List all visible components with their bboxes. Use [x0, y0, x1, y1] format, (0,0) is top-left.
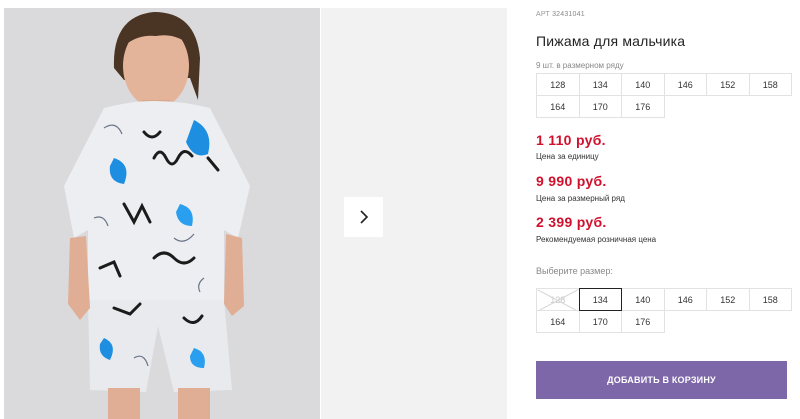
- range-size-cell: 164: [536, 95, 580, 118]
- size-selector: 128 134 140 146 152 158 164 170 176: [536, 288, 792, 333]
- size-option-unavailable: 128: [536, 288, 580, 311]
- range-price-caption: Цена за размерный ряд: [536, 194, 625, 203]
- size-range-note: 9 шт. в размерном ряду: [536, 61, 624, 70]
- unit-price: 1 110 руб.: [536, 132, 606, 148]
- range-size-cell: 158: [748, 73, 792, 96]
- add-to-cart-button[interactable]: Добавить в корзину: [536, 361, 787, 399]
- chevron-right-icon: [359, 210, 368, 224]
- range-size-cell: 176: [621, 95, 665, 118]
- size-range-grid: 128 134 140 146 152 158 164 170 176: [536, 73, 792, 118]
- size-option-selected[interactable]: 134: [578, 288, 622, 311]
- boy-in-pajama-image: [4, 8, 320, 419]
- size-option[interactable]: 152: [706, 288, 750, 311]
- sku-label: АРТ: [536, 11, 550, 18]
- size-option[interactable]: 140: [621, 288, 665, 311]
- choose-size-label: Выберите размер:: [536, 266, 613, 276]
- range-size-cell: 170: [578, 95, 622, 118]
- product-title: Пижама для мальчика: [536, 33, 686, 49]
- range-size-cell: 140: [621, 73, 665, 96]
- size-option[interactable]: 158: [748, 288, 792, 311]
- size-option[interactable]: 170: [578, 310, 622, 333]
- range-size-cell: 134: [578, 73, 622, 96]
- retail-price: 2 399 руб.: [536, 214, 607, 230]
- range-size-cell: 146: [663, 73, 707, 96]
- range-size-cell: 128: [536, 73, 580, 96]
- product-photo[interactable]: [4, 8, 320, 419]
- size-option[interactable]: 164: [536, 310, 580, 333]
- size-option[interactable]: 176: [621, 310, 665, 333]
- sku-value: 32431041: [552, 11, 585, 18]
- product-gallery: [0, 0, 508, 419]
- next-photo-button[interactable]: [344, 197, 383, 237]
- size-option[interactable]: 146: [663, 288, 707, 311]
- range-size-cell: 152: [706, 73, 750, 96]
- unit-price-caption: Цена за единицу: [536, 152, 599, 161]
- retail-price-caption: Рекомендуемая розничная цена: [536, 235, 657, 244]
- product-sku: АРТ 32431041: [536, 11, 585, 18]
- range-price: 9 990 руб.: [536, 173, 607, 189]
